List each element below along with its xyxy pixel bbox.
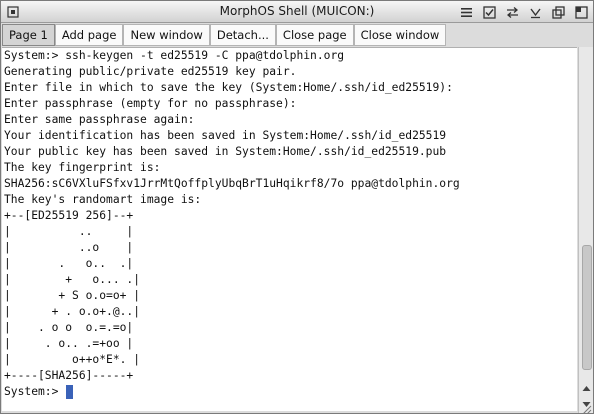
detach-button[interactable]: Detach... xyxy=(209,24,276,46)
randomart-line: | + o... .| xyxy=(4,273,141,286)
randomart-line: | . o o o.=.=o| xyxy=(4,321,134,334)
zoom-icon[interactable] xyxy=(573,4,589,20)
scroll-up-arrow-icon[interactable] xyxy=(580,380,593,396)
swap-icon[interactable] xyxy=(504,4,520,20)
randomart-line: | .. | xyxy=(4,225,134,238)
randomart-line: +--[ED25519 256]--+ xyxy=(4,209,134,222)
shell-prompt: System:> xyxy=(4,385,59,398)
terminal-line: The key fingerprint is: xyxy=(4,161,161,174)
page-toolbar: Page 1 Add page New window Detach... Clo… xyxy=(2,24,447,46)
terminal-line: Enter file in which to save the key (Sys… xyxy=(4,81,453,94)
randomart-line: | . o.. .| xyxy=(4,257,134,270)
terminal-line: SHA256:sC6VXluFSfxv1JrrMtQoffplyUbqBrT1u… xyxy=(4,177,460,190)
terminal-line: Generating public/private ed25519 key pa… xyxy=(4,65,297,78)
terminal-lines: System:> ssh-keygen -t ed25519 -C ppa@td… xyxy=(4,48,460,400)
randomart-line: | . o.. .=+oo | xyxy=(4,337,134,350)
close-window-icon[interactable] xyxy=(5,4,21,20)
randomart-line: | o++o*E*. | xyxy=(4,353,141,366)
randomart-line: | + . o.o+.@..| xyxy=(4,305,141,318)
iconify-icon[interactable] xyxy=(550,4,566,20)
randomart-line: | + S o.o=o+ | xyxy=(4,289,141,302)
prompt-line[interactable]: System:> xyxy=(4,384,460,400)
close-page-button[interactable]: Close page xyxy=(275,24,354,46)
terminal-line: Enter same passphrase again: xyxy=(4,113,195,126)
randomart-line: | ..o | xyxy=(4,241,134,254)
terminal-line: Your public key has been saved in System… xyxy=(4,145,447,158)
page-1-tab[interactable]: Page 1 xyxy=(2,24,55,46)
resize-handle-icon[interactable] xyxy=(580,400,592,414)
randomart-line: +----[SHA256]-----+ xyxy=(4,369,134,382)
terminal-line: System:> ssh-keygen -t ed25519 -C ppa@td… xyxy=(4,49,345,62)
shell-window: MorphOS Shell (MUICON:) Page 1 Add page … xyxy=(0,0,594,414)
terminal-line: Your identification has been saved in Sy… xyxy=(4,129,447,142)
checkbox-icon[interactable] xyxy=(481,4,497,20)
terminal-line: The key's randomart image is: xyxy=(4,193,202,206)
scroll-track[interactable] xyxy=(580,49,592,375)
title-gadgets xyxy=(458,4,589,20)
text-cursor xyxy=(66,385,74,399)
add-page-button[interactable]: Add page xyxy=(54,24,124,46)
menu-icon[interactable] xyxy=(458,4,474,20)
dropdown-icon[interactable] xyxy=(527,4,543,20)
vertical-scrollbar[interactable] xyxy=(578,47,593,413)
title-bar[interactable]: MorphOS Shell (MUICON:) xyxy=(1,1,593,23)
terminal-line: Enter passphrase (empty for no passphras… xyxy=(4,97,297,110)
scroll-thumb[interactable] xyxy=(582,245,592,370)
close-window-button[interactable]: Close window xyxy=(353,24,447,46)
new-window-button[interactable]: New window xyxy=(123,24,210,46)
terminal-output[interactable]: System:> ssh-keygen -t ed25519 -C ppa@td… xyxy=(2,47,577,411)
